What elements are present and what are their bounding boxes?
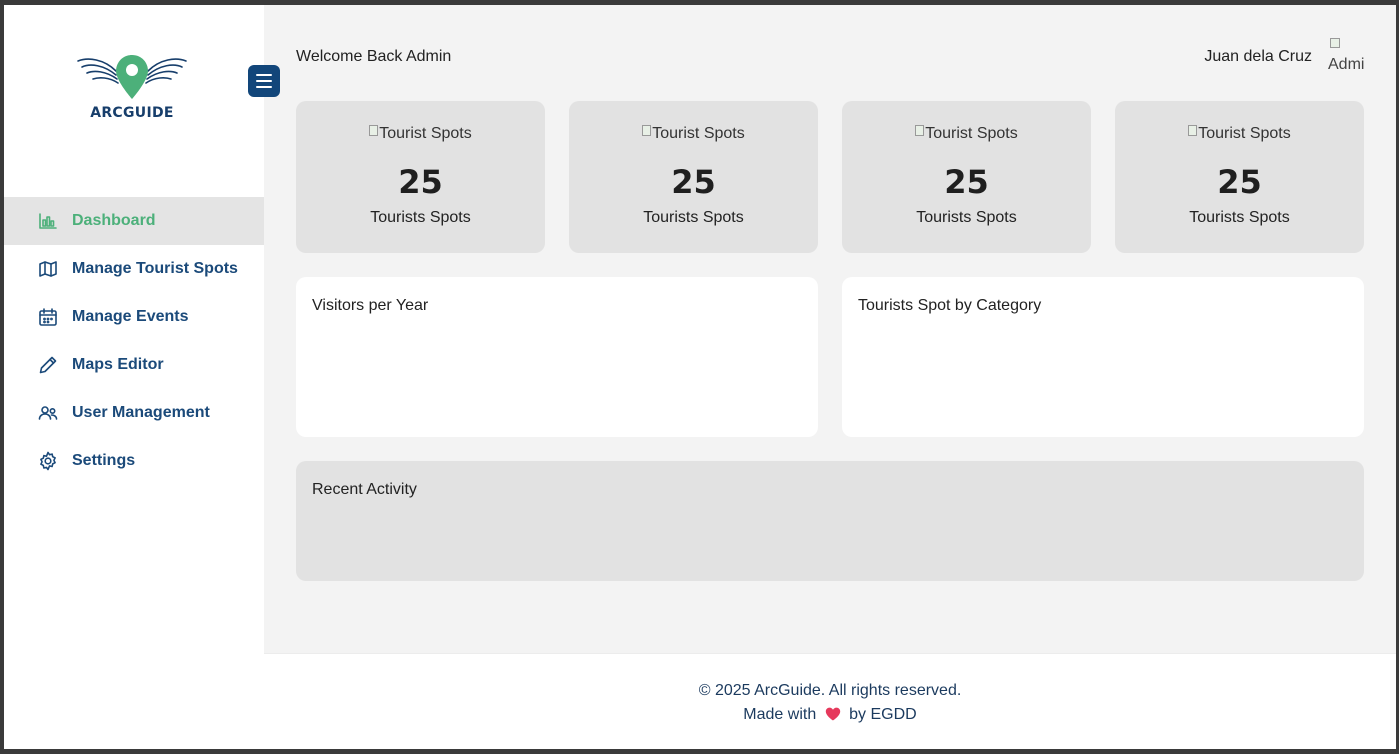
heart-icon [825, 706, 841, 724]
logo-wings-pin-icon [77, 55, 187, 99]
category-panel: Tourists Spot by Category [842, 277, 1364, 437]
footer-made-with: Made with by EGDD [264, 706, 1396, 724]
recent-activity-panel: Recent Activity [296, 461, 1364, 581]
stat-label: Tourists Spots [916, 209, 1017, 226]
bar-chart-icon [38, 211, 58, 231]
stat-card: Tourist Spots 25 Tourists Spots [296, 101, 545, 253]
broken-image-icon [369, 125, 379, 136]
footer-copyright: © 2025 ArcGuide. All rights reserved. [698, 682, 962, 699]
panel-title: Visitors per Year [312, 297, 429, 314]
stat-value: 25 [671, 163, 716, 201]
sidebar-item-label: Manage Tourist Spots [72, 260, 238, 277]
stat-image-alt: Tourist Spots [1198, 125, 1291, 142]
broken-image-icon [1188, 125, 1198, 136]
main-content: Welcome Back Admin Juan dela Cruz Admi T… [264, 5, 1396, 653]
sidebar-item-label: Maps Editor [72, 356, 164, 373]
stat-card: Tourist Spots 25 Tourists Spots [1115, 101, 1364, 253]
stat-label: Tourists Spots [643, 209, 744, 226]
gear-icon [38, 451, 58, 471]
sidebar-item-label: Manage Events [72, 308, 189, 325]
made-with-suffix: by EGDD [849, 706, 917, 723]
sidebar-item-label: Dashboard [72, 212, 156, 229]
hamburger-icon-line [256, 80, 272, 82]
stat-image-alt: Tourist Spots [379, 125, 472, 142]
stat-image: Tourist Spots [569, 125, 818, 143]
stat-card: Tourist Spots 25 Tourists Spots [569, 101, 818, 253]
broken-image-icon [642, 125, 652, 136]
stat-card: Tourist Spots 25 Tourists Spots [842, 101, 1091, 253]
sidebar: ARCGUIDE Dashboard Manage Tourist Spots … [4, 5, 264, 653]
logo-text: ARCGUIDE [90, 105, 174, 121]
stat-image: Tourist Spots [296, 125, 545, 143]
footer: © 2025 ArcGuide. All rights reserved. Ma… [264, 653, 1396, 749]
stat-value: 25 [1217, 163, 1262, 201]
sidebar-toggle-button[interactable] [248, 65, 280, 97]
stat-value: 25 [944, 163, 989, 201]
avatar[interactable]: Admi [1328, 38, 1368, 74]
sidebar-item-maps-editor[interactable]: Maps Editor [4, 341, 264, 389]
map-icon [38, 259, 58, 279]
stat-label: Tourists Spots [370, 209, 471, 226]
stat-image-alt: Tourist Spots [652, 125, 745, 142]
arcguide-logo: ARCGUIDE [76, 53, 192, 133]
sidebar-item-label: Settings [72, 452, 136, 469]
sidebar-item-manage-tourist-spots[interactable]: Manage Tourist Spots [4, 245, 264, 293]
panel-title: Recent Activity [312, 481, 417, 498]
avatar-alt-text: Admi [1328, 56, 1365, 73]
pencil-icon [38, 355, 58, 375]
broken-image-icon [1330, 38, 1340, 48]
sidebar-item-user-management[interactable]: User Management [4, 389, 264, 437]
sidebar-nav: Dashboard Manage Tourist Spots Manage Ev… [4, 197, 264, 485]
sidebar-item-label: User Management [72, 404, 210, 421]
sidebar-item-settings[interactable]: Settings [4, 437, 264, 485]
stat-image: Tourist Spots [842, 125, 1091, 143]
hamburger-icon [256, 74, 272, 76]
welcome-message: Welcome Back Admin [296, 48, 452, 65]
stat-image-alt: Tourist Spots [925, 125, 1018, 142]
sidebar-item-manage-events[interactable]: Manage Events [4, 293, 264, 341]
app-window: ARCGUIDE Dashboard Manage Tourist Spots … [4, 5, 1396, 749]
stat-label: Tourists Spots [1189, 209, 1290, 226]
stat-value: 25 [398, 163, 443, 201]
visitors-per-year-panel: Visitors per Year [296, 277, 818, 437]
hamburger-icon-line [256, 86, 272, 88]
user-name[interactable]: Juan dela Cruz [1204, 48, 1312, 66]
users-icon [38, 403, 58, 423]
made-with-prefix: Made with [743, 706, 817, 723]
panel-title: Tourists Spot by Category [858, 297, 1042, 314]
sidebar-item-dashboard[interactable]: Dashboard [4, 197, 264, 245]
calendar-icon [38, 307, 58, 327]
stat-image: Tourist Spots [1115, 125, 1364, 143]
broken-image-icon [915, 125, 925, 136]
